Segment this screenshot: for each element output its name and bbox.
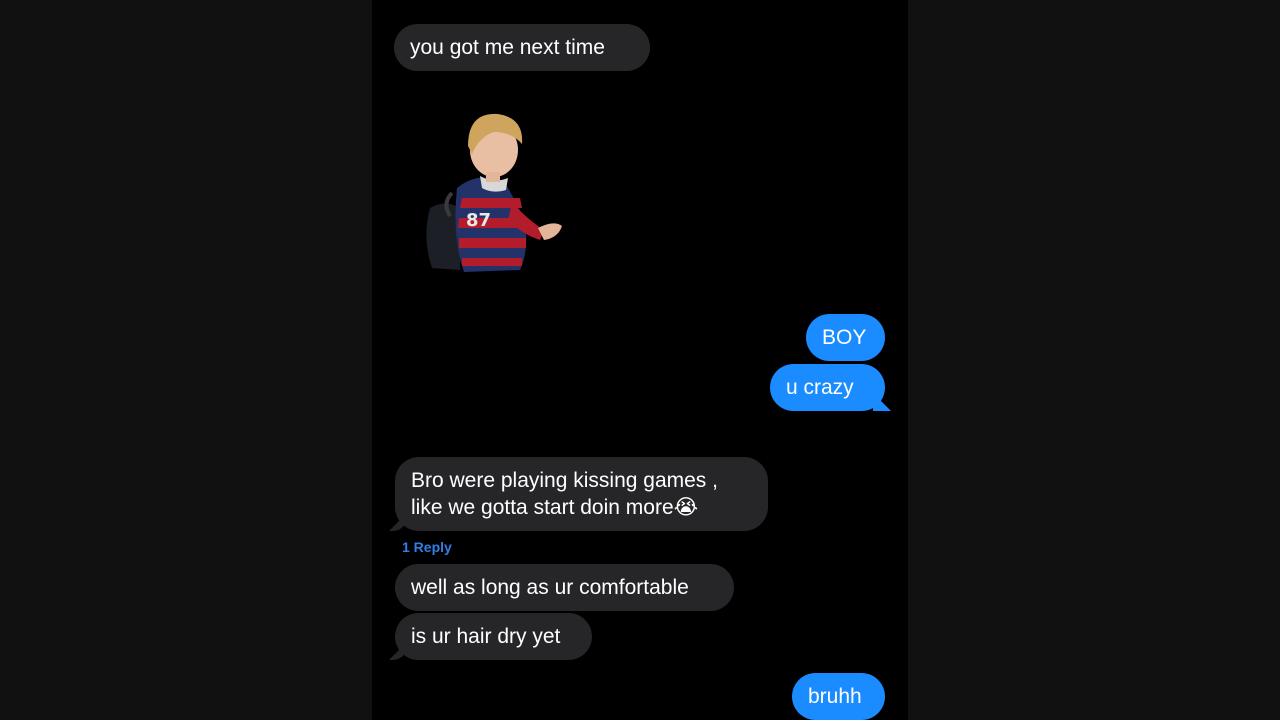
message-bubble-incoming[interactable]: well as long as ur comfortable: [395, 564, 734, 611]
message-text: u crazy: [786, 376, 854, 399]
message-text: you got me next time: [410, 36, 605, 59]
message-text-line: like we gotta start doin more😭: [411, 496, 699, 519]
message-text: well as long as ur comfortable: [411, 576, 689, 599]
person-sticker[interactable]: 87: [412, 98, 572, 278]
message-bubble-incoming[interactable]: you got me next time: [394, 24, 650, 71]
message-bubble-outgoing[interactable]: bruhh: [792, 673, 885, 720]
reply-thread-link[interactable]: 1 Reply: [402, 539, 452, 555]
message-text: BOY: [822, 326, 867, 349]
message-thread[interactable]: you got me next time 87 BOY u crazy Bro …: [372, 0, 908, 720]
message-bubble-incoming[interactable]: is ur hair dry yet: [395, 613, 592, 660]
svg-text:87: 87: [466, 210, 491, 231]
message-text-line: Bro were playing kissing games ,: [411, 469, 718, 492]
message-bubble-incoming[interactable]: Bro were playing kissing games , like we…: [395, 457, 768, 531]
message-text: bruhh: [808, 685, 862, 708]
video-frame: you got me next time 87 BOY u crazy Bro …: [0, 0, 1280, 720]
message-bubble-outgoing[interactable]: u crazy: [770, 364, 885, 411]
message-text: is ur hair dry yet: [411, 625, 561, 648]
message-bubble-outgoing[interactable]: BOY: [806, 314, 885, 361]
